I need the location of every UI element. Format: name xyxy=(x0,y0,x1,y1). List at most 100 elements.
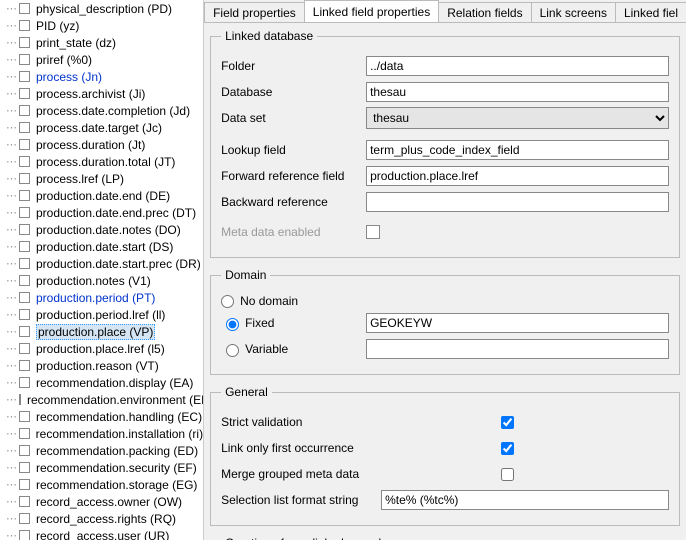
tree-item[interactable]: ⋯ production.date.start (DS) xyxy=(0,238,203,255)
field-icon xyxy=(19,241,30,252)
tree-expand-icon: ⋯ xyxy=(6,240,17,253)
dataset-select[interactable]: thesau xyxy=(366,107,669,129)
tree-expand-icon: ⋯ xyxy=(6,376,17,389)
tree-item-label: production.date.end.prec (DT) xyxy=(36,206,196,220)
tree-item-label: production.date.start (DS) xyxy=(36,240,173,254)
tree-item[interactable]: ⋯production.date.notes (DO) xyxy=(0,221,203,238)
tree-expand-icon: ⋯ xyxy=(6,427,17,440)
database-input[interactable] xyxy=(366,82,669,102)
tab[interactable]: Field properties xyxy=(204,2,305,22)
no-domain-radio[interactable] xyxy=(221,295,234,308)
tree-item[interactable]: ⋯ production.date.end.prec (DT) xyxy=(0,204,203,221)
tree-item[interactable]: ⋯PID (yz) xyxy=(0,17,203,34)
tree-item[interactable]: ⋯recommendation.display (EA) xyxy=(0,374,203,391)
folder-label: Folder xyxy=(221,59,366,73)
variable-input[interactable] xyxy=(366,339,669,359)
tree-item[interactable]: ⋯production.date.end (DE) xyxy=(0,187,203,204)
field-icon xyxy=(19,224,30,235)
tree-item[interactable]: ⋯production.place.lref (l5) xyxy=(0,340,203,357)
tree-expand-icon: ⋯ xyxy=(6,291,17,304)
tree-item[interactable]: ⋯print_state (dz) xyxy=(0,34,203,51)
dataset-label: Data set xyxy=(221,111,366,125)
tree-item[interactable]: ⋯physical_description (PD) xyxy=(0,0,203,17)
tab[interactable]: Linked field properties xyxy=(304,0,439,22)
field-icon xyxy=(19,479,30,490)
backward-ref-input[interactable] xyxy=(366,192,669,212)
tree-expand-icon: ⋯ xyxy=(6,206,17,219)
tree-item-label: process.lref (LP) xyxy=(36,172,124,186)
general-legend: General xyxy=(221,385,272,399)
merge-meta-checkbox[interactable] xyxy=(501,468,514,481)
tree-item[interactable]: ⋯production.notes (V1) xyxy=(0,272,203,289)
tree-item[interactable]: ⋯recommendation.storage (EG) xyxy=(0,476,203,493)
tree-item[interactable]: ⋯ process.lref (LP) xyxy=(0,170,203,187)
tree-item-label: recommendation.security (EF) xyxy=(36,461,197,475)
tree-item[interactable]: ⋯record_access.owner (OW) xyxy=(0,493,203,510)
tree-item[interactable]: ⋯ production.period (PT) xyxy=(0,289,203,306)
forward-ref-label: Forward reference field xyxy=(221,169,366,183)
tree-item[interactable]: ⋯process.date.completion (Jd) xyxy=(0,102,203,119)
tree-item[interactable]: ⋯process.date.target (Jc) xyxy=(0,119,203,136)
field-icon xyxy=(19,394,21,405)
tab-strip: Field propertiesLinked field propertiesR… xyxy=(204,0,686,23)
tree-item-label: production.date.notes (DO) xyxy=(36,223,181,237)
tree-item[interactable]: ⋯recommendation.security (EF) xyxy=(0,459,203,476)
tree-expand-icon: ⋯ xyxy=(6,36,17,49)
tree-item-label: record_access.user (UR) xyxy=(36,529,169,540)
tree-item[interactable]: ⋯production.date.start.prec (DR) xyxy=(0,255,203,272)
fixed-radio[interactable] xyxy=(226,318,239,331)
tree-item-label: recommendation.handling (EC) xyxy=(36,410,202,424)
field-icon xyxy=(19,292,30,303)
tree-expand-icon: ⋯ xyxy=(6,121,17,134)
tree-item-label: recommendation.packing (ED) xyxy=(36,444,198,458)
sel-format-input[interactable] xyxy=(381,490,669,510)
tree-item-label: production.period (PT) xyxy=(36,291,155,305)
tree-expand-icon: ⋯ xyxy=(6,172,17,185)
tree-item[interactable]: ⋯production.reason (VT) xyxy=(0,357,203,374)
lookup-input[interactable] xyxy=(366,140,669,160)
field-tree[interactable]: ⋯physical_description (PD)⋯PID (yz)⋯prin… xyxy=(0,0,204,540)
general-group: General Strict validation Link only firs… xyxy=(210,385,680,526)
tab[interactable]: Linked fiel xyxy=(615,2,686,22)
link-first-checkbox[interactable] xyxy=(501,442,514,455)
folder-input[interactable] xyxy=(366,56,669,76)
strict-validation-checkbox[interactable] xyxy=(501,416,514,429)
tree-item[interactable]: ⋯recommendation.environment (EB) xyxy=(0,391,203,408)
tree-item-label: production.place.lref (l5) xyxy=(36,342,165,356)
tree-item[interactable]: ⋯process.duration.total (JT) xyxy=(0,153,203,170)
tree-item[interactable]: ⋯production.period.lref (ll) xyxy=(0,306,203,323)
tree-expand-icon: ⋯ xyxy=(6,53,17,66)
tree-item[interactable]: ⋯process.duration (Jt) xyxy=(0,136,203,153)
tree-item[interactable]: ⋯process.archivist (Ji) xyxy=(0,85,203,102)
variable-radio[interactable] xyxy=(226,344,239,357)
tab[interactable]: Relation fields xyxy=(438,2,531,22)
forward-ref-input[interactable] xyxy=(366,166,669,186)
field-icon xyxy=(19,156,30,167)
tab[interactable]: Link screens xyxy=(531,2,616,22)
meta-enabled-checkbox xyxy=(366,225,380,239)
tree-item[interactable]: ⋯recommendation.installation (ri) xyxy=(0,425,203,442)
tree-item-label: production.place (VP) xyxy=(36,324,155,340)
field-icon xyxy=(19,88,30,99)
field-icon xyxy=(19,139,30,150)
tree-item[interactable]: ⋯record_access.user (UR) xyxy=(0,527,203,540)
creation-legend: Creation of new linked records xyxy=(221,536,391,540)
field-icon xyxy=(19,173,30,184)
tree-expand-icon: ⋯ xyxy=(6,19,17,32)
tree-item[interactable]: ⋯priref (%0) xyxy=(0,51,203,68)
tree-expand-icon: ⋯ xyxy=(6,257,17,270)
fixed-input[interactable] xyxy=(366,313,669,333)
tree-item-label: recommendation.storage (EG) xyxy=(36,478,197,492)
tree-item[interactable]: ⋯recommendation.handling (EC) xyxy=(0,408,203,425)
field-icon xyxy=(19,105,30,116)
field-icon xyxy=(19,54,30,65)
merge-meta-label: Merge grouped meta data xyxy=(221,467,501,481)
tree-item[interactable]: ⋯production.place (VP) xyxy=(0,323,203,340)
tree-item[interactable]: ⋯record_access.rights (RQ) xyxy=(0,510,203,527)
linked-database-legend: Linked database xyxy=(221,29,317,43)
tree-item[interactable]: ⋯recommendation.packing (ED) xyxy=(0,442,203,459)
tree-item[interactable]: ⋯process (Jn) xyxy=(0,68,203,85)
backward-ref-label: Backward reference xyxy=(221,195,366,209)
domain-group: Domain No domain Fixed Variable xyxy=(210,268,680,375)
tree-expand-icon: ⋯ xyxy=(6,138,17,151)
